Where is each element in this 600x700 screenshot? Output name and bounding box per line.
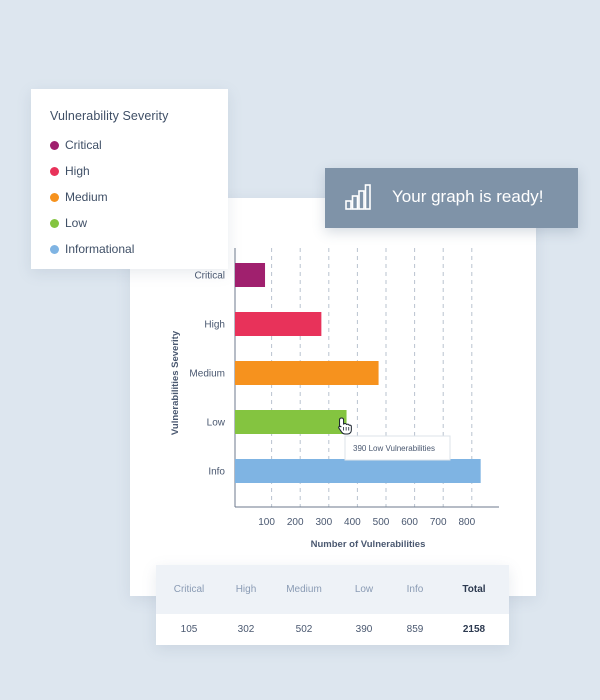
bar-chart-icon [345, 184, 371, 210]
bar-critical [235, 263, 266, 287]
legend-dot-critical [50, 140, 59, 150]
bar-medium [235, 361, 379, 385]
value-cell-critical: 105 [180, 624, 198, 635]
x-tick-label: 400 [344, 517, 361, 528]
header-cell-info: Info [406, 584, 424, 595]
bar-info [235, 459, 481, 483]
y-category-label: Low [207, 418, 226, 429]
legend-item-high: High [50, 163, 90, 179]
x-tick-label: 200 [287, 517, 304, 528]
legend-item-informational: Informational [50, 241, 134, 257]
graph-ready-toast[interactable]: Your graph is ready! [325, 168, 578, 228]
legend-dot-medium [50, 192, 59, 202]
value-cell-medium: 502 [295, 624, 313, 635]
header-cell-total: Total [462, 584, 486, 595]
value-cell-info: 859 [406, 624, 424, 635]
tooltip-text: 390 Low Vulnerabilities [353, 444, 435, 453]
x-tick-label: 600 [401, 517, 418, 528]
legend-dot-low [50, 218, 59, 228]
bar-low [235, 410, 347, 434]
x-tick-label: 100 [258, 517, 275, 528]
legend-card: Vulnerability Severity Critical High Med… [31, 89, 228, 269]
y-category-label: Critical [194, 271, 225, 282]
legend-item-critical: Critical [50, 137, 102, 153]
legend-label: Low [65, 216, 88, 230]
x-tick-label: 300 [315, 517, 332, 528]
legend-label: High [65, 164, 90, 178]
legend-label: Critical [65, 138, 102, 152]
bar-high [235, 312, 322, 336]
legend-label: Informational [65, 242, 135, 256]
summary-table: Critical High Medium Low Info Total 105 … [156, 565, 509, 645]
legend-item-low: Low [50, 215, 87, 231]
legend-dot-informational [50, 244, 59, 254]
value-cell-total: 2158 [462, 624, 486, 635]
toast-message: Your graph is ready! [392, 187, 544, 206]
header-cell-critical: Critical [173, 584, 205, 595]
legend-label: Medium [65, 190, 108, 204]
y-category-label: Info [208, 467, 225, 478]
summary-table-header: Critical High Medium Low Info Total [156, 565, 509, 614]
y-category-label: High [204, 320, 225, 331]
legend-item-medium: Medium [50, 189, 108, 205]
legend-dot-high [50, 166, 59, 176]
legend-title: Vulnerability Severity [50, 109, 169, 123]
y-axis-title: Vulnerabilities Severity [170, 330, 181, 435]
x-tick-label: 800 [458, 517, 475, 528]
value-cell-high: 302 [237, 624, 255, 635]
x-tick-label: 700 [430, 517, 447, 528]
x-axis-title: Number of Vulnerabilities [311, 539, 426, 550]
y-category-label: Medium [189, 369, 225, 380]
header-cell-high: High [235, 584, 257, 595]
x-tick-label: 500 [373, 517, 390, 528]
summary-table-row: 105 302 502 390 859 2158 [156, 614, 509, 645]
header-cell-medium: Medium [286, 584, 322, 595]
